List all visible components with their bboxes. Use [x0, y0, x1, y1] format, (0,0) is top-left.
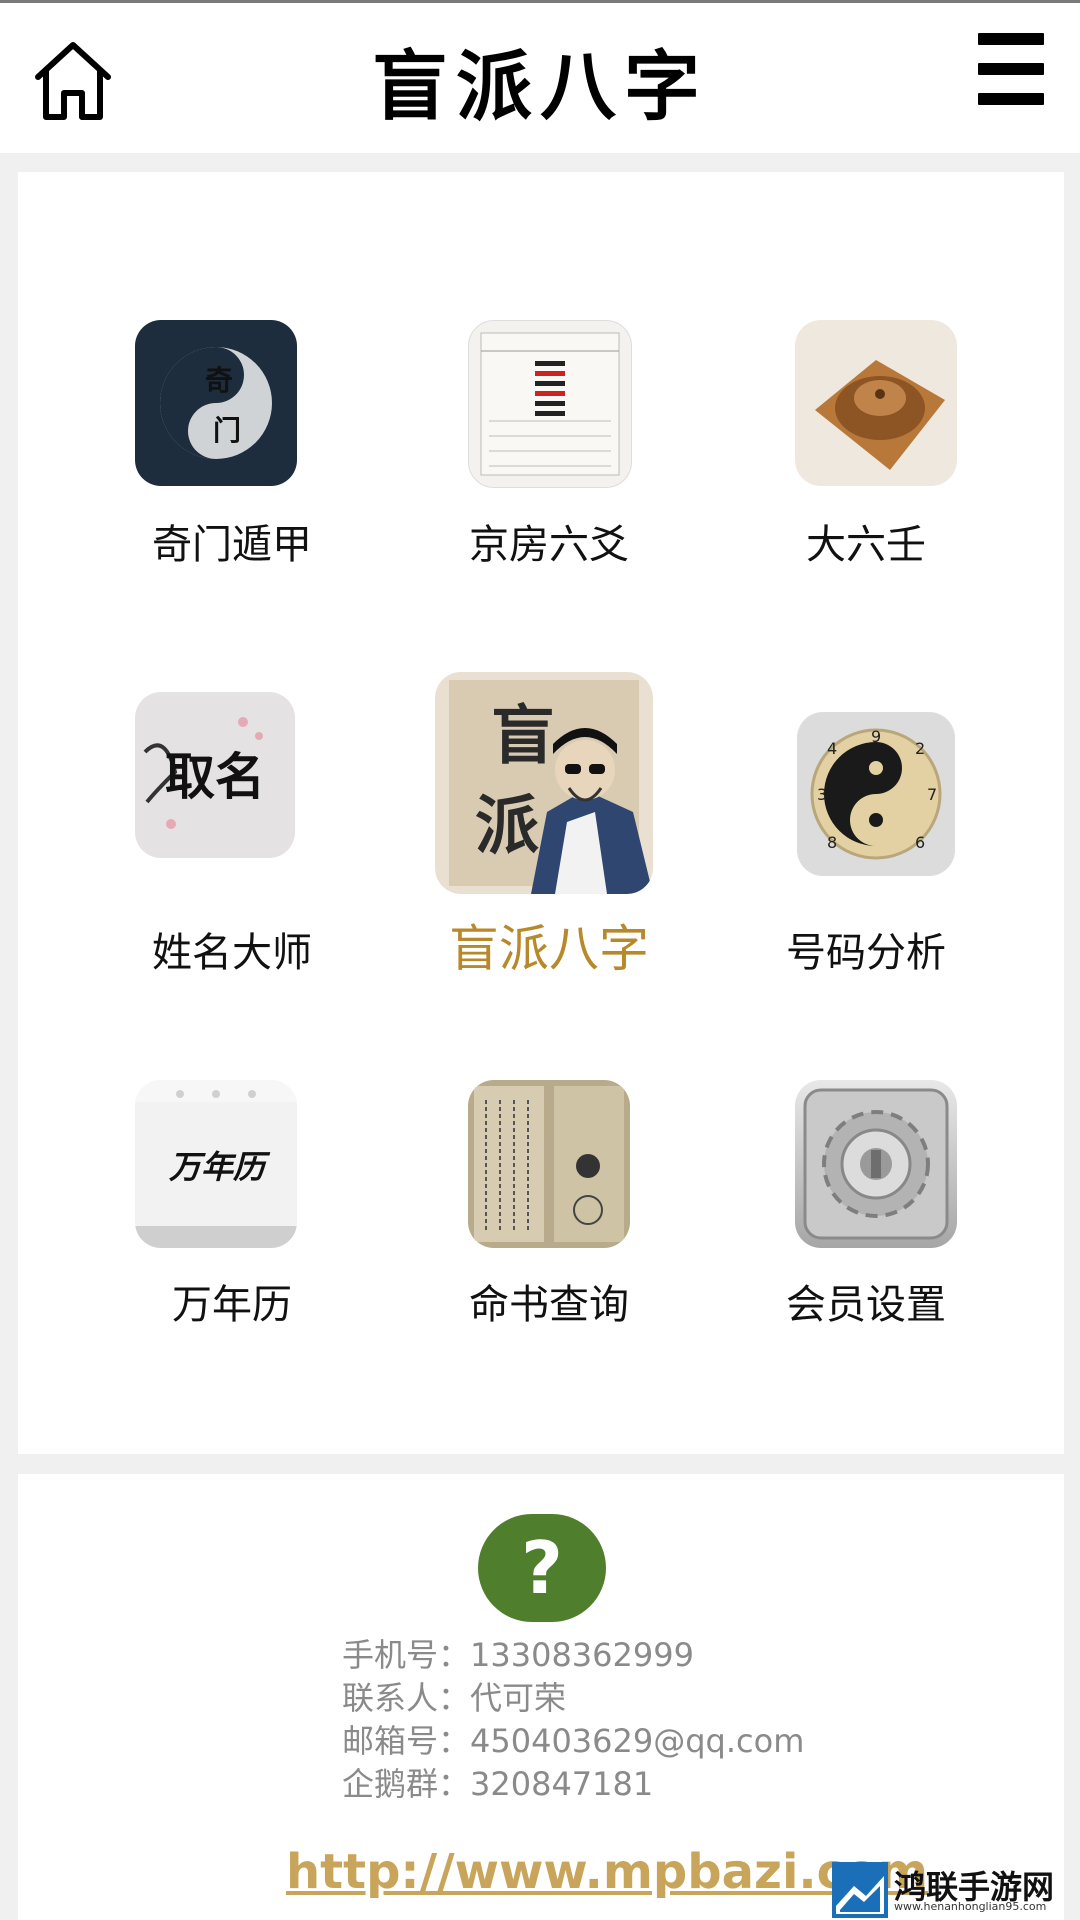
svg-text:6: 6	[915, 833, 925, 852]
site-watermark: 鸿联手游网 www.henanhonglian95.com	[832, 1862, 1078, 1918]
settings-gear-icon	[795, 1080, 957, 1248]
tile-label: 命书查询	[469, 1282, 629, 1328]
ancient-book-icon	[468, 1080, 630, 1248]
contact-email: 邮箱号：450403629@qq.com	[342, 1722, 805, 1760]
tile-label: 京房六爻	[469, 522, 629, 568]
tile-label: 会员设置	[786, 1282, 946, 1328]
menu-bar	[978, 63, 1044, 75]
contact-person: 联系人：代可荣	[342, 1679, 567, 1717]
svg-text:万年历: 万年历	[168, 1149, 271, 1185]
svg-text:7: 7	[927, 785, 937, 804]
contact-qq-group: 企鹅群：320847181	[342, 1765, 654, 1803]
svg-text:盲: 盲	[491, 701, 555, 772]
svg-text:门: 门	[213, 415, 241, 447]
page-title: 盲派八字	[372, 42, 708, 131]
tile-label: 万年历	[172, 1282, 292, 1328]
svg-text:9: 9	[871, 727, 881, 746]
tile-label: 大六壬	[806, 522, 926, 568]
menu-bar	[978, 93, 1044, 105]
hamburger-menu-button[interactable]	[978, 33, 1044, 109]
menu-bar	[978, 33, 1044, 45]
compass-board-icon	[795, 320, 957, 486]
tile-label: 盲派八字	[449, 920, 649, 978]
number-yinyang-icon: 4 9 2 3 7 8 6	[797, 712, 955, 876]
quming-calligraphy-icon: 取名	[135, 692, 295, 858]
contact-info: 手机号：13308362999 联系人：代可荣 邮箱号：450403629@qq…	[342, 1634, 804, 1806]
feature-grid: 奇 门 奇门遁甲 京房六爻 大六壬 取名 姓名大师 盲 派 盲派八字 4 9 2…	[18, 172, 1064, 1454]
svg-text:8: 8	[827, 833, 837, 852]
app-header: 盲派八字	[0, 3, 1080, 153]
contact-footer: ? 手机号：13308362999 联系人：代可荣 邮箱号：450403629@…	[18, 1474, 1064, 1920]
svg-text:奇: 奇	[205, 365, 233, 397]
watermark-url: www.henanhonglian95.com	[894, 1900, 1047, 1913]
calendar-icon: 万年历	[135, 1080, 297, 1248]
mangpai-master-icon: 盲 派	[435, 672, 653, 894]
contact-phone: 手机号：13308362999	[342, 1636, 694, 1674]
watermark-logo-icon	[832, 1862, 888, 1918]
svg-text:取名: 取名	[165, 749, 265, 805]
tile-label: 姓名大师	[152, 930, 312, 976]
tile-label: 奇门遁甲	[152, 522, 312, 568]
help-button[interactable]: ?	[478, 1514, 606, 1622]
tile-label: 号码分析	[786, 930, 946, 976]
liuyao-chart-icon	[468, 320, 632, 488]
svg-text:3: 3	[817, 785, 827, 804]
svg-text:派: 派	[475, 791, 539, 862]
qimen-yinyang-icon: 奇 门	[135, 320, 297, 486]
svg-text:4: 4	[827, 739, 837, 758]
svg-text:2: 2	[915, 739, 925, 758]
